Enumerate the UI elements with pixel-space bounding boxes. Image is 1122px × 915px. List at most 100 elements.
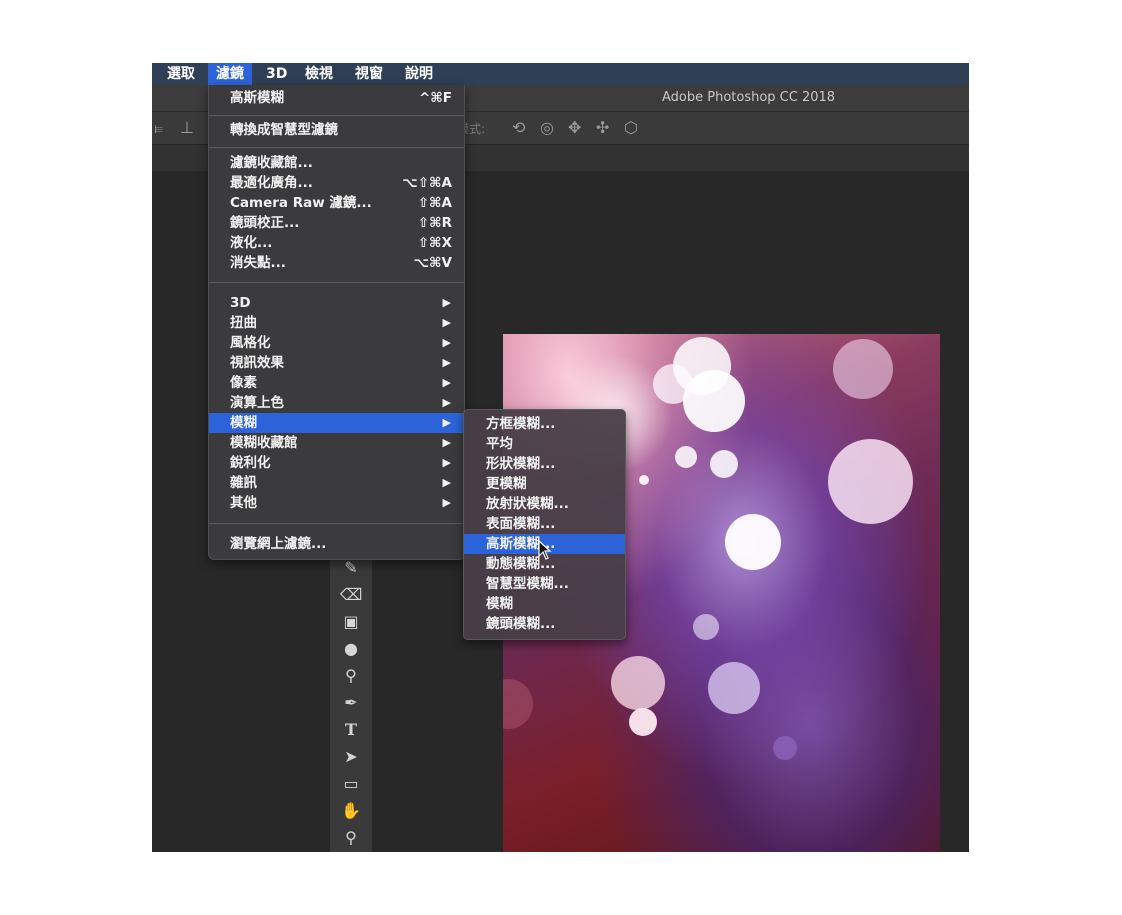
path-select-icon[interactable]: ➤ [330, 744, 372, 770]
blur-drop-icon[interactable]: ● [330, 636, 372, 662]
bokeh-light [693, 614, 719, 640]
menu-item-label: 濾鏡收藏館... [230, 155, 313, 171]
menu-item-vanishing-point[interactable]: 消失點... ⌥⌘V [209, 253, 464, 273]
submenu-arrow-icon: ▶ [442, 396, 451, 409]
menu-item-label: 扭曲 [230, 315, 257, 331]
menu-item-label: 最適化廣角... [230, 175, 313, 191]
rectangle-icon[interactable]: ▭ [330, 771, 372, 797]
menu-separator [209, 523, 464, 524]
menu-view[interactable]: 檢視 [297, 63, 341, 85]
submenu-arrow-icon: ▶ [442, 376, 451, 389]
blur-submenu: 方框模糊... 平均 形狀模糊... 更模糊 放射狀模糊... 表面模糊... … [463, 409, 626, 640]
zoom-icon[interactable]: ⚲ [330, 825, 372, 851]
submenu-item-label: 模糊 [486, 596, 513, 612]
align-icon[interactable]: ⫢ [154, 118, 163, 138]
menu-item-label: 液化... [230, 235, 273, 251]
menu-select[interactable]: 選取 [159, 63, 203, 85]
menu-item-browse-online-filters[interactable]: 瀏覽網上濾鏡... [209, 534, 464, 554]
bokeh-light [639, 475, 649, 485]
3d-pan-icon[interactable]: ✥ [568, 118, 581, 138]
bokeh-light [708, 662, 760, 714]
menu-item-submenu-video[interactable]: 視訊效果 ▶ [209, 353, 464, 373]
menu-item-label: 瀏覽網上濾鏡... [230, 536, 327, 552]
menu-item-camera-raw[interactable]: Camera Raw 濾鏡... ⇧⌘A [209, 193, 464, 213]
gradient-icon[interactable]: ▣ [330, 609, 372, 635]
menu-window[interactable]: 視窗 [347, 63, 391, 85]
submenu-arrow-icon: ▶ [442, 416, 451, 429]
menu-item-label: 風格化 [230, 335, 271, 351]
menu-item-label: 轉換成智慧型濾鏡 [230, 122, 338, 138]
submenu-item-label: 智慧型模糊... [486, 576, 569, 592]
3d-roll-icon[interactable]: ◎ [540, 118, 554, 138]
type-icon[interactable]: T [330, 717, 372, 743]
submenu-item-box-blur[interactable]: 方框模糊... [464, 414, 625, 434]
submenu-item-blur[interactable]: 模糊 [464, 594, 625, 614]
menu-item-label: 銳利化 [230, 455, 271, 471]
menu-item-submenu-noise[interactable]: 雜訊 ▶ [209, 473, 464, 493]
menu-filter[interactable]: 濾鏡 [208, 63, 252, 85]
menu-item-label: 鏡頭校正... [230, 215, 300, 231]
menu-item-submenu-pixelate[interactable]: 像素 ▶ [209, 373, 464, 393]
submenu-arrow-icon: ▶ [442, 336, 451, 349]
3d-scale-icon[interactable]: ⬡ [624, 118, 638, 138]
submenu-arrow-icon: ▶ [442, 496, 451, 509]
bokeh-light [828, 439, 913, 524]
bokeh-light [773, 736, 797, 760]
menu-item-shortcut: ⇧⌘X [417, 235, 452, 251]
submenu-item-smart-blur[interactable]: 智慧型模糊... [464, 574, 625, 594]
submenu-item-blur-more[interactable]: 更模糊 [464, 474, 625, 494]
menu-item-label: Camera Raw 濾鏡... [230, 195, 372, 211]
submenu-item-lens-blur[interactable]: 鏡頭模糊... [464, 614, 625, 634]
menu-help[interactable]: 說明 [397, 63, 441, 85]
menu-item-adaptive-wide-angle[interactable]: 最適化廣角... ⌥⇧⌘A [209, 173, 464, 193]
eraser-icon[interactable]: ⌫ [330, 582, 372, 608]
menu-item-label: 3D [230, 295, 251, 311]
menu-item-shortcut: ⌥⌘V [413, 255, 452, 271]
menu-item-shortcut: ^⌘F [418, 90, 452, 106]
submenu-item-shape-blur[interactable]: 形狀模糊... [464, 454, 625, 474]
menu-item-last-filter[interactable]: 高斯模糊 ^⌘F [209, 88, 464, 108]
menu-item-label: 雜訊 [230, 475, 257, 491]
pen-icon[interactable]: ✒ [330, 690, 372, 716]
submenu-arrow-icon: ▶ [442, 296, 451, 309]
menu-item-filter-gallery[interactable]: 濾鏡收藏館... [209, 153, 464, 173]
submenu-item-label: 放射狀模糊... [486, 496, 569, 512]
menu-separator [209, 147, 464, 148]
menu-item-submenu-blur-gallery[interactable]: 模糊收藏館 ▶ [209, 433, 464, 453]
submenu-item-label: 方框模糊... [486, 416, 556, 432]
menu-item-shortcut: ⇧⌘R [417, 215, 452, 231]
menu-item-shortcut: ⌥⇧⌘A [402, 175, 452, 191]
submenu-item-label: 表面模糊... [486, 516, 556, 532]
menu-item-convert-smart-filter[interactable]: 轉換成智慧型濾鏡 [209, 120, 464, 140]
menu-item-submenu-other[interactable]: 其他 ▶ [209, 493, 464, 513]
3d-rotate-icon[interactable]: ⟲ [512, 118, 525, 138]
submenu-item-label: 平均 [486, 436, 513, 452]
submenu-item-radial-blur[interactable]: 放射狀模糊... [464, 494, 625, 514]
app-title: Adobe Photoshop CC 2018 [662, 90, 836, 105]
menu-item-liquify[interactable]: 液化... ⇧⌘X [209, 233, 464, 253]
menu-item-submenu-blur[interactable]: 模糊 ▶ [209, 413, 464, 433]
bokeh-light [675, 446, 697, 468]
menu-item-submenu-sharpen[interactable]: 銳利化 ▶ [209, 453, 464, 473]
menu-item-label: 高斯模糊 [230, 90, 284, 106]
submenu-item-surface-blur[interactable]: 表面模糊... [464, 514, 625, 534]
3d-slide-icon[interactable]: ✣ [596, 118, 609, 138]
submenu-arrow-icon: ▶ [442, 476, 451, 489]
align-center-icon[interactable]: ⊥ [180, 118, 194, 138]
submenu-arrow-icon: ▶ [442, 436, 451, 449]
dodge-icon[interactable]: ⚲ [330, 663, 372, 689]
menu-item-submenu-render[interactable]: 演算上色 ▶ [209, 393, 464, 413]
menu-item-lens-correction[interactable]: 鏡頭校正... ⇧⌘R [209, 213, 464, 233]
submenu-item-average[interactable]: 平均 [464, 434, 625, 454]
menu-item-label: 演算上色 [230, 395, 284, 411]
menu-item-label: 其他 [230, 495, 257, 511]
hand-icon[interactable]: ✋ [330, 798, 372, 824]
menu-item-submenu-distort[interactable]: 扭曲 ▶ [209, 313, 464, 333]
menu-item-label: 模糊收藏館 [230, 435, 298, 451]
bokeh-light [629, 708, 657, 736]
submenu-item-label: 鏡頭模糊... [486, 616, 556, 632]
menu-item-submenu-stylize[interactable]: 風格化 ▶ [209, 333, 464, 353]
bokeh-light [611, 656, 665, 710]
menu-item-submenu-3d[interactable]: 3D ▶ [209, 293, 464, 313]
menu-3d[interactable]: 3D [258, 63, 295, 85]
